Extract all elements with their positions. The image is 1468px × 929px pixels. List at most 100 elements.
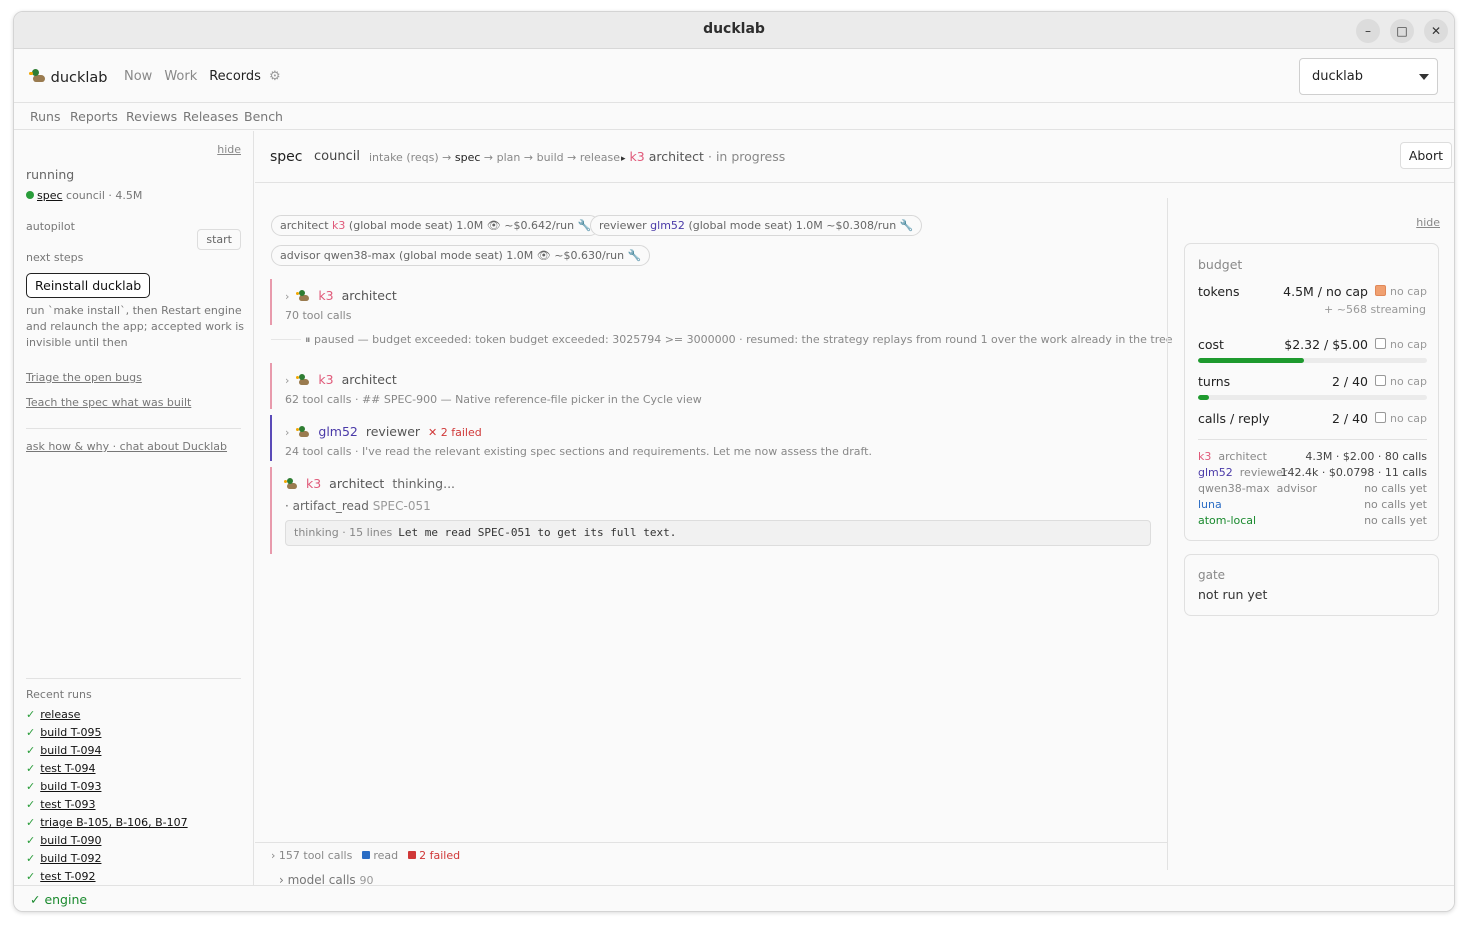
running-run-link[interactable]: spec [37,189,63,202]
recent-run-link[interactable]: test T-094 [40,762,95,775]
entry-rule-k3 [270,467,272,554]
recent-run-link[interactable]: release [40,708,80,721]
budget-title: budget [1198,257,1243,272]
caret-down-icon [1419,74,1429,80]
reinstall-button[interactable]: Reinstall ducklab [26,273,151,298]
pipeline-current: spec [454,151,481,164]
duck-logo-icon [29,68,46,84]
instructions-line-1: run `make install`, then Restart engine [26,304,242,317]
autopilot-start-button[interactable]: start [197,229,241,250]
entry-architect-2[interactable]: › k3 architect [285,372,397,387]
triage-link[interactable]: Triage the open bugs [26,371,142,384]
recent-run-link[interactable]: triage B-105, B-106, B-107 [40,816,187,829]
close-button[interactable]: ✕ [1424,19,1448,43]
model-stats: no calls yet [1364,514,1427,527]
seat-desc: (global mode seat) 1.0M ~$0.308/run 🔧 [688,219,914,232]
recent-run-item[interactable]: ✓ build T-092 [26,852,101,865]
brand-name: ducklab [50,70,108,86]
recent-run-link[interactable]: build T-094 [40,744,101,757]
cost-progress-fill [1198,358,1305,363]
entry-summary: 24 tool calls · I've read the relevant e… [285,445,872,458]
abort-button[interactable]: Abort [1399,142,1452,169]
check-icon: ✓ [26,744,36,757]
recent-run-item[interactable]: ✓ build T-093 [26,780,101,793]
thinking-block[interactable]: thinking · 15 lines Let me read SPEC-051 … [285,520,1151,546]
entry-summary: 62 tool calls · ## SPEC-900 — Native ref… [285,393,702,406]
pipeline-start: intake (reqs) → [369,151,455,164]
check-icon: ✓ [26,708,36,721]
settings-gear-icon[interactable]: ⚙ [269,69,281,84]
chevron-right-icon: › [285,426,290,439]
sidebar-hide-link[interactable]: hide [217,143,241,156]
recent-run-item[interactable]: ✓ test T-094 [26,762,96,775]
running-run-detail: council · 4.5M [66,189,143,202]
main-nav: Now Work Records [124,69,273,84]
ask-chat-link[interactable]: ask how & why · chat about Ducklab [26,440,227,453]
cost-nocap[interactable]: no cap [1375,338,1427,351]
model-name: atom-local [1198,514,1257,527]
checkbox-icon [1375,338,1387,349]
brand[interactable]: ducklab [29,68,108,86]
subnav-runs[interactable]: Runs [30,109,60,124]
recent-run-link[interactable]: build T-092 [40,852,101,865]
instructions: run `make install`, then Restart engine … [26,303,244,351]
seat-chip-architect[interactable]: architect k3 (global mode seat) 1.0M 👁 ~… [271,215,601,236]
check-icon: ✓ [26,798,36,811]
budget-calls-row: calls / reply 2 / 40 no cap [1198,411,1427,426]
maximize-button[interactable]: □ [1390,19,1414,43]
gate-value: not run yet [1198,587,1268,602]
budget-cost-row: cost $2.32 / $5.00 no cap [1198,337,1427,352]
recent-run-link[interactable]: build T-090 [40,834,101,847]
recent-run-item[interactable]: ✓ test T-093 [26,798,96,811]
budget-turns-row: turns 2 / 40 no cap [1198,374,1427,389]
nav-now[interactable]: Now [124,69,152,84]
running-status-dot [26,191,34,199]
thinking-text: Let me read SPEC-051 to get its full tex… [398,526,677,539]
subnav-reports[interactable]: Reports [70,109,118,124]
recent-run-link[interactable]: test T-093 [40,798,95,811]
entry-reviewer[interactable]: › glm52 reviewer ✕ 2 failed [285,424,482,439]
nav-work[interactable]: Work [164,69,197,84]
teach-spec-link[interactable]: Teach the spec what was built [26,396,191,409]
turns-nocap[interactable]: no cap [1375,375,1427,388]
entry-model: glm52 [318,424,358,439]
sidebar-divider [26,428,241,429]
recent-run-link[interactable]: build T-095 [40,726,101,739]
recent-run-item[interactable]: ✓ test T-092 [26,870,96,883]
current-role: architect [648,149,704,164]
recent-run-item[interactable]: ✓ release [26,708,80,721]
recent-run-item[interactable]: ✓ build T-090 [26,834,101,847]
seat-chip-reviewer[interactable]: reviewer glm52 (global mode seat) 1.0M ~… [590,215,923,236]
seat-desc: (global mode seat) 1.0M 👁 ~$0.630/run 🔧 [398,249,642,262]
nav-records[interactable]: Records [209,69,261,84]
seat-chip-advisor[interactable]: advisor qwen38-max (global mode seat) 1.… [271,245,651,266]
model-stats: no calls yet [1364,482,1427,495]
budget-divider [1198,439,1427,440]
minimize-button[interactable]: – [1356,19,1380,43]
tool-calls-summary[interactable]: › 157 tool calls read 2 failed [271,849,460,862]
recent-run-item[interactable]: ✓ build T-095 [26,726,101,739]
tokens-nocap[interactable]: no cap [1375,285,1427,298]
recent-run-item[interactable]: ✓ build T-094 [26,744,101,757]
recent-run-link[interactable]: build T-093 [40,780,101,793]
entry-role: reviewer [365,424,421,439]
title-bar: ducklab – □ ✕ [14,12,1454,49]
engine-status[interactable]: ✓ engine [30,892,87,907]
seat-desc: (global mode seat) 1.0M 👁 ~$0.642/run 🔧 [348,219,592,232]
top-nav: ducklab Now Work Records ⚙ ducklab [14,50,1454,103]
recent-run-link[interactable]: test T-092 [40,870,95,883]
right-panel-hide-link[interactable]: hide [1416,216,1440,229]
sidebar: hide running spec council · 4.5M autopil… [14,131,254,885]
tokens-value: 4.5M / no cap [1283,284,1368,299]
entry-model: k3 [318,288,334,303]
recent-run-item[interactable]: ✓ triage B-105, B-106, B-107 [26,816,188,829]
calls-nocap[interactable]: no cap [1375,412,1427,425]
entry-architect-1[interactable]: › k3 architect [285,288,397,303]
seat-role: architect [280,219,329,232]
entry-rule-glm52 [270,415,272,461]
subnav-releases[interactable]: Releases [183,109,238,124]
subnav-reviews[interactable]: Reviews [126,109,177,124]
subnav-bench[interactable]: Bench [244,109,283,124]
check-icon: ✓ [26,762,36,775]
project-select[interactable]: ducklab [1299,58,1438,95]
